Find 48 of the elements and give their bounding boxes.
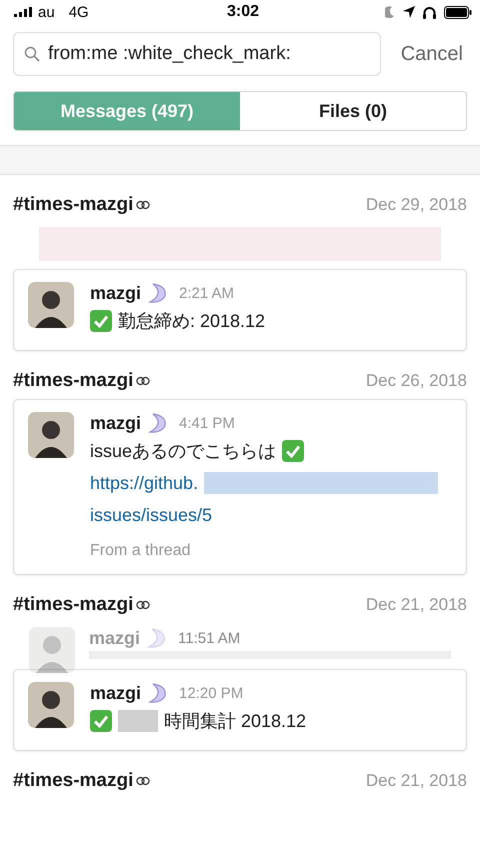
sender-name: mazgi [89,628,140,648]
channel-name[interactable]: #times-mazgi [13,594,134,616]
headphones-icon [423,6,436,18]
message-text: 時間集計 2018.12 [164,710,306,733]
carrier-name: au [38,4,55,20]
shared-channel-icon [136,600,150,610]
thread-note: From a thread [90,542,192,560]
battery-icon [444,6,472,18]
cancel-button[interactable]: Cancel [396,42,467,66]
message-text: 勤怠締め: 2018.12 [118,310,266,333]
avatar-silhouette [28,412,74,458]
shared-channel-icon [136,776,150,786]
check-emoji [282,440,304,462]
result-date: Dec 21, 2018 [366,771,467,791]
link[interactable]: https://github. [90,472,198,494]
clock-time: 3:02 [226,3,260,21]
message-time: 12:20 PM [179,684,244,702]
avatar-silhouette [29,627,75,673]
search-icon [24,46,40,62]
pixelated-text [118,710,158,732]
sender-name: mazgi [90,282,142,304]
message-time: 2:21 AM [179,284,234,302]
result-date: Dec 21, 2018 [366,595,467,615]
result-date: Dec 26, 2018 [366,371,467,391]
channel-name[interactable]: #times-mazgi [13,194,134,216]
message-text: issueあるのでこちらは [90,440,276,463]
message-time: 4:41 PM [179,414,235,432]
search-field[interactable]: from:me :white_check_mark: [13,32,381,76]
channel-name[interactable]: #times-mazgi [13,370,134,392]
channel-name[interactable]: #times-mazgi [13,770,134,792]
message-card[interactable]: mazgi 12:20 PM 時間集計 2018.12 [13,669,467,751]
location-arrow-icon [403,6,415,18]
link[interactable]: issues/issues/5 [90,504,212,526]
check-emoji [90,710,112,732]
sender-name: mazgi [90,682,142,704]
shared-channel-icon [136,200,150,210]
message-card[interactable]: mazgi 2:21 AM 勤怠締め: 2018.12 [13,269,467,351]
result-date: Dec 29, 2018 [366,195,467,215]
message-card[interactable]: mazgi 4:41 PM issueあるのでこちらは https://github. issues/issues/5 From a thread [13,399,467,575]
check-emoji [90,310,112,332]
avatar-silhouette [28,282,74,328]
avatar-silhouette [28,682,74,728]
message-time: 11:51 AM [178,630,240,646]
moon-icon [385,6,395,18]
signal-icon [14,7,32,17]
shared-channel-icon [136,376,150,386]
sender-name: mazgi [90,412,142,434]
network-type: 4G [68,4,89,20]
